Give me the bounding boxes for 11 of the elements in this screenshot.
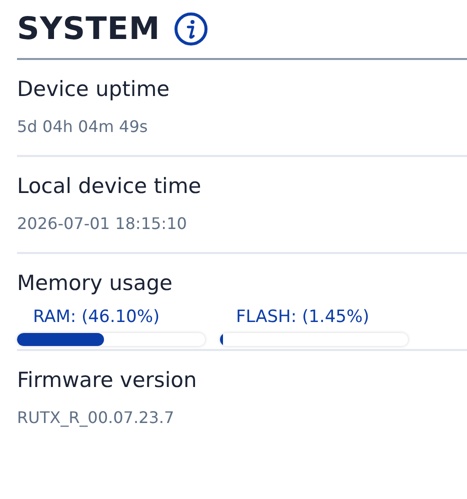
field-label: Firmware version [17,368,197,394]
meter-label: RAM: (46.10%) [33,307,160,327]
field-value: 2026-07-01 18:15:10 [17,214,187,233]
section-title: SYSTEM [17,11,160,47]
field-value: 5d 04h 04m 49s [17,117,148,136]
field-label: Device uptime [17,77,170,103]
info-icon[interactable] [174,12,208,46]
field-label: Local device time [17,174,202,200]
meter-label: FLASH: (1.45%) [236,307,370,327]
field-value: RUTX_R_00.07.23.7 [17,408,174,427]
field-label: Memory usage [17,271,172,297]
